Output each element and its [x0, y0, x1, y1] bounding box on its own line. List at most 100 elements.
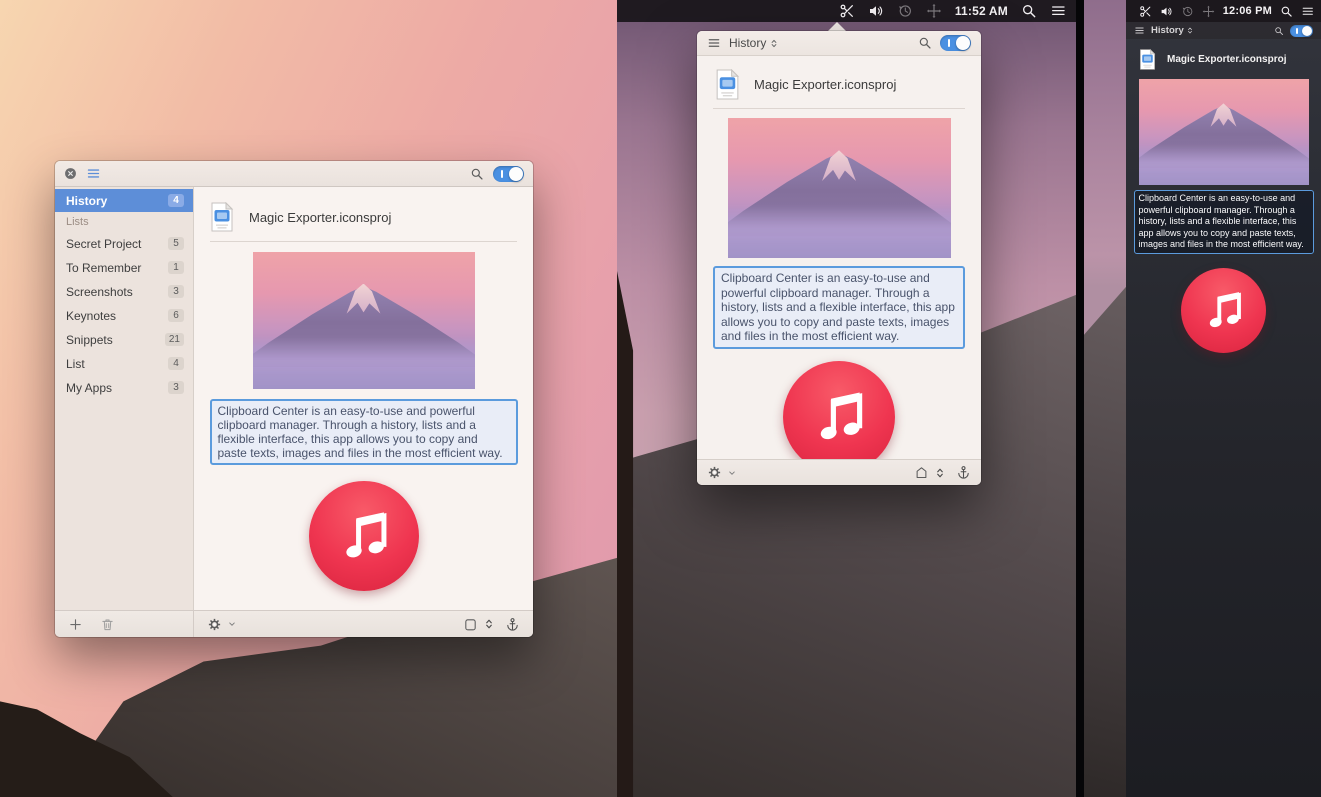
scissors-icon[interactable]	[839, 3, 855, 19]
sidebar-item-label: Secret Project	[66, 237, 141, 251]
count-badge: 4	[168, 357, 184, 370]
toggle-switch[interactable]	[1290, 25, 1313, 37]
gear-icon[interactable]	[207, 617, 222, 632]
move-icon[interactable]	[1202, 5, 1215, 18]
time-machine-icon[interactable]	[1181, 5, 1194, 18]
volume-icon[interactable]	[868, 3, 884, 19]
clipboard-center-window: History 4 Lists Secret Project 5 To Reme…	[55, 161, 533, 637]
file-icon	[715, 69, 740, 100]
clipboard-items-list: Magic Exporter.iconsproj Clipboard Cente…	[194, 187, 533, 610]
count-badge: 4	[168, 194, 184, 207]
clipboard-icon[interactable]	[914, 465, 929, 480]
music-note-icon	[1201, 288, 1246, 333]
menu-bar-clock[interactable]: 12:06 PM	[1223, 5, 1272, 17]
sidebar-item-snippets[interactable]: Snippets 21	[55, 328, 193, 351]
hamburger-icon[interactable]	[1134, 25, 1145, 36]
sidebar-item-my-apps[interactable]: My Apps 3	[55, 376, 193, 399]
search-icon[interactable]	[918, 36, 932, 50]
clipboard-item-text-selected[interactable]: Clipboard Center is an easy-to-use and p…	[210, 399, 518, 465]
scissors-icon[interactable]	[1139, 5, 1152, 18]
clipboard-item-file[interactable]: Magic Exporter.iconsproj	[1126, 44, 1321, 74]
clipboard-item-image[interactable]	[1139, 79, 1309, 185]
clipboard-item-text-selected[interactable]: Clipboard Center is an easy-to-use and p…	[1134, 190, 1314, 254]
clipboard-item-app-icon[interactable]	[1181, 268, 1266, 353]
popover-arrow	[828, 22, 846, 31]
clipboard-item-file[interactable]: Magic Exporter.iconsproj	[697, 65, 981, 103]
search-icon[interactable]	[470, 167, 484, 181]
clipboard-item-app-icon[interactable]	[309, 481, 419, 591]
wallpaper-cliff	[1084, 0, 1126, 797]
clipboard-center-dark-panel: History Magic Exporter.iconsproj Clipboa…	[1126, 22, 1321, 797]
footer-sidebar-actions	[55, 611, 194, 637]
sidebar-item-secret-project[interactable]: Secret Project 5	[55, 232, 193, 255]
toggle-knob	[509, 167, 523, 181]
sidebar-item-to-remember[interactable]: To Remember 1	[55, 256, 193, 279]
chevron-down-icon	[227, 619, 237, 629]
clipboard-item-text-selected[interactable]: Clipboard Center is an easy-to-use and p…	[713, 266, 965, 349]
sidebar-item-label: To Remember	[66, 261, 141, 275]
divider	[210, 241, 517, 242]
anchor-icon[interactable]	[505, 617, 520, 632]
up-down-icon[interactable]	[483, 618, 495, 630]
sidebar-item-screenshots[interactable]: Screenshots 3	[55, 280, 193, 303]
menu-bar: 12:06 PM	[1126, 0, 1321, 22]
popover-body: Magic Exporter.iconsproj Clipboard Cente…	[697, 56, 981, 459]
footer-main-actions	[194, 611, 533, 637]
clipboard-item-file[interactable]: Magic Exporter.iconsproj	[194, 199, 533, 235]
list-selector-label: History	[729, 36, 766, 50]
move-icon[interactable]	[926, 3, 942, 19]
toggle-switch[interactable]	[493, 166, 524, 182]
panel-header: History	[1126, 22, 1321, 39]
count-badge: 3	[168, 285, 184, 298]
menu-bar-clock[interactable]: 11:52 AM	[955, 4, 1008, 18]
image-clouds	[728, 205, 951, 258]
count-badge: 1	[168, 261, 184, 274]
clipboard-icon[interactable]	[463, 617, 478, 632]
image-clouds	[253, 337, 475, 389]
sidebar-item-label: Snippets	[66, 333, 113, 347]
anchor-icon[interactable]	[956, 465, 971, 480]
panel-body: Magic Exporter.iconsproj Clipboard Cente…	[1126, 39, 1321, 797]
screenshot-divider	[1076, 0, 1084, 797]
sidebar-section-label: Lists	[55, 213, 193, 232]
hamburger-icon[interactable]	[86, 166, 101, 181]
time-machine-icon[interactable]	[897, 3, 913, 19]
toggle-on-tick	[948, 39, 950, 47]
window-toolbar	[55, 161, 533, 187]
notification-center-icon[interactable]	[1301, 5, 1314, 18]
hamburger-icon[interactable]	[707, 36, 721, 50]
up-down-icon[interactable]	[934, 467, 946, 479]
notification-center-icon[interactable]	[1050, 3, 1066, 19]
up-down-icon	[1186, 26, 1194, 35]
sidebar-item-list[interactable]: List 4	[55, 352, 193, 375]
count-badge: 5	[168, 237, 184, 250]
sidebar-item-keynotes[interactable]: Keynotes 6	[55, 304, 193, 327]
plus-icon[interactable]	[68, 617, 83, 632]
toggle-knob	[1302, 26, 1312, 36]
close-icon[interactable]	[64, 167, 77, 180]
list-selector[interactable]: History	[1151, 25, 1194, 36]
trash-icon[interactable]	[100, 617, 115, 632]
toggle-switch[interactable]	[940, 35, 971, 51]
count-badge: 3	[168, 381, 184, 394]
window-body: History 4 Lists Secret Project 5 To Reme…	[55, 187, 533, 610]
popover-footer	[697, 459, 981, 485]
sidebar-item-label: History	[66, 194, 107, 208]
clipboard-item-app-icon[interactable]	[783, 361, 895, 460]
popover-header: History	[697, 31, 981, 56]
toggle-on-tick	[1296, 28, 1298, 34]
spotlight-search-icon[interactable]	[1280, 5, 1293, 18]
sidebar: History 4 Lists Secret Project 5 To Reme…	[55, 187, 194, 610]
spotlight-search-icon[interactable]	[1021, 3, 1037, 19]
chevron-down-icon	[727, 468, 737, 478]
search-icon[interactable]	[1274, 26, 1284, 36]
clipboard-item-image[interactable]	[253, 252, 475, 389]
list-selector[interactable]: History	[729, 36, 779, 50]
screen: History 4 Lists Secret Project 5 To Reme…	[0, 0, 1321, 797]
volume-icon[interactable]	[1160, 5, 1173, 18]
image-clouds	[1139, 145, 1309, 185]
count-badge: 6	[168, 309, 184, 322]
clipboard-item-image[interactable]	[728, 118, 951, 258]
sidebar-item-history[interactable]: History 4	[55, 189, 193, 212]
gear-icon[interactable]	[707, 465, 722, 480]
